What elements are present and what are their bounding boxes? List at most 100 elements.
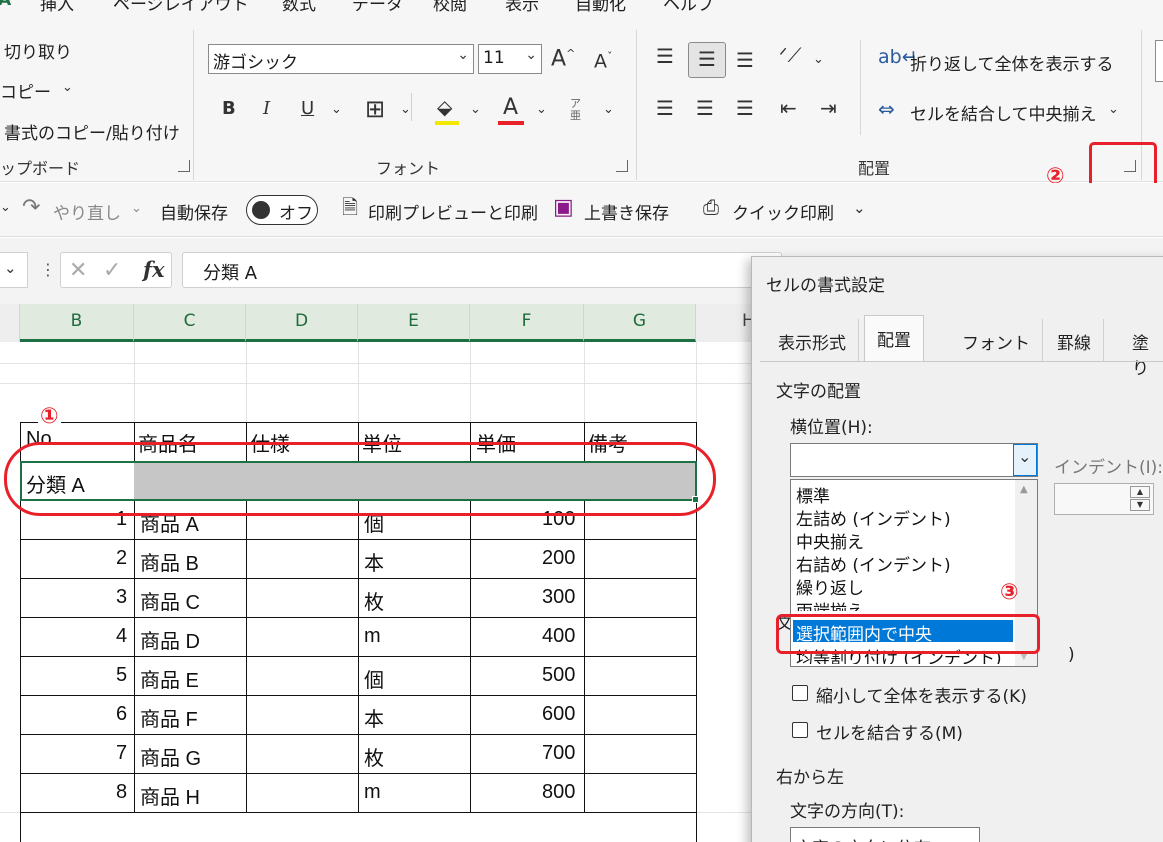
print-preview-icon[interactable]: 🗎 <box>342 197 358 217</box>
cell-price[interactable]: 400 <box>542 625 575 648</box>
column-header-f[interactable]: F <box>470 304 584 342</box>
chevron-down-icon[interactable]: ⌄ <box>1108 103 1119 116</box>
enter-icon[interactable]: ✓ <box>103 260 121 282</box>
merge-center-icon[interactable]: ⇔ <box>878 99 895 119</box>
tab-font[interactable]: フォント <box>950 319 1043 361</box>
chevron-down-icon[interactable]: ⌄ <box>400 103 411 116</box>
cell-unit[interactable]: 本 <box>364 703 384 732</box>
border-icon[interactable]: ⊞ <box>365 97 385 121</box>
list-item[interactable]: 両端揃え <box>796 597 864 611</box>
cell-unit[interactable]: 個 <box>364 664 384 693</box>
cancel-icon[interactable]: ✕ <box>69 260 87 282</box>
decrease-indent-icon[interactable]: ⇤ <box>780 98 797 118</box>
grow-font-icon[interactable]: A^ <box>551 48 575 70</box>
save-icon[interactable]: ▣ <box>553 197 574 219</box>
more-icon[interactable]: ⋮ <box>40 262 56 278</box>
quick-print-icon[interactable]: ⎙ <box>703 197 719 217</box>
chevron-down-icon[interactable]: ⌄ <box>131 202 142 215</box>
align-right-icon[interactable]: ☰ <box>736 98 754 118</box>
cell-unit[interactable]: 枚 <box>364 586 384 615</box>
cell-unit[interactable]: 枚 <box>364 742 384 771</box>
italic-icon[interactable]: I <box>263 100 270 118</box>
tab-formulas[interactable]: 数式 <box>282 0 316 15</box>
number-format-select[interactable] <box>1155 40 1163 82</box>
merge-center-button[interactable]: セルを結合して中央揃え <box>910 100 1097 125</box>
align-middle-button[interactable]: ☰ <box>688 42 726 78</box>
list-item[interactable]: 繰り返し <box>796 574 864 599</box>
cell-name[interactable]: 商品 C <box>140 586 200 615</box>
clipboard-launcher-icon[interactable] <box>178 160 190 172</box>
cell-no[interactable]: 7 <box>116 742 127 765</box>
chevron-down-icon[interactable]: ⌄ <box>62 81 73 94</box>
bold-icon[interactable]: B <box>222 100 236 118</box>
column-header-e[interactable]: E <box>358 304 470 342</box>
cell-unit[interactable]: 本 <box>364 547 384 576</box>
copy-button[interactable]: コピー <box>0 78 51 103</box>
cell-price[interactable]: 600 <box>542 703 575 726</box>
font-size-select[interactable]: 11 ⌄ <box>478 44 542 74</box>
formula-input[interactable]: 分類 A <box>182 252 782 288</box>
cell-no[interactable]: 2 <box>116 547 127 570</box>
increase-indent-icon[interactable]: ⇥ <box>820 98 837 118</box>
align-center-icon[interactable]: ☰ <box>696 98 714 118</box>
column-header-d[interactable]: D <box>246 304 358 342</box>
cell-price[interactable]: 500 <box>542 664 575 687</box>
tab-insert[interactable]: 挿入 <box>40 0 74 15</box>
cell-price[interactable]: 300 <box>542 586 575 609</box>
chevron-down-icon[interactable]: ⌄ <box>331 103 342 116</box>
text-direction-select[interactable]: 文字の方向に依存 <box>790 827 980 842</box>
underline-icon[interactable]: U <box>301 100 314 118</box>
font-color-icon[interactable]: A <box>503 97 518 119</box>
tab-review[interactable]: 校閲 <box>433 0 467 15</box>
align-left-icon[interactable]: ☰ <box>656 98 674 118</box>
cell-price[interactable]: 800 <box>542 781 575 804</box>
phonetic-icon[interactable]: ア亜 <box>570 97 581 122</box>
spin-down-icon[interactable]: ▼ <box>1130 499 1150 511</box>
tab-help[interactable]: ヘルプ <box>663 0 714 15</box>
quick-print-button[interactable]: クイック印刷 <box>732 199 834 224</box>
align-top-icon[interactable]: ☰ <box>656 46 674 66</box>
tab-view[interactable]: 表示 <box>505 0 539 15</box>
spin-up-icon[interactable]: ▲ <box>1130 486 1150 498</box>
horizontal-select[interactable]: ⌄ <box>790 443 1038 477</box>
cell-name[interactable]: 商品 G <box>140 742 201 771</box>
redo-button[interactable]: やり直し <box>53 199 121 224</box>
column-header-g[interactable]: G <box>584 304 696 342</box>
cell-no[interactable]: 4 <box>116 625 127 648</box>
chevron-down-icon[interactable]: ⌄ <box>0 201 11 214</box>
redo-icon[interactable]: ↷ <box>22 197 40 219</box>
tab-page-layout[interactable]: ページレイアウト <box>113 0 249 15</box>
cell-price[interactable]: 200 <box>542 547 575 570</box>
align-bottom-icon[interactable]: ☰ <box>736 50 754 70</box>
column-header-b[interactable]: B <box>20 304 134 342</box>
cell-price[interactable]: 700 <box>542 742 575 765</box>
cell-unit[interactable]: m <box>364 625 381 648</box>
cut-button[interactable]: 切り取り <box>4 38 72 63</box>
list-item[interactable]: 右詰め (インデント) <box>796 551 951 576</box>
save-button[interactable]: 上書き保存 <box>584 199 669 224</box>
cell-no[interactable]: 6 <box>116 703 127 726</box>
autosave-toggle[interactable]: オフ <box>246 195 318 225</box>
scroll-up-icon[interactable]: ▲ <box>1020 484 1028 495</box>
shrink-to-fit-checkbox[interactable] <box>792 685 808 701</box>
tab-fill[interactable]: 塗り <box>1120 319 1163 379</box>
font-name-select[interactable]: 游ゴシック ⌄ <box>208 44 474 74</box>
merge-cells-checkbox[interactable] <box>792 722 808 738</box>
print-preview-button[interactable]: 印刷プレビューと印刷 <box>368 199 538 224</box>
cell-unit[interactable]: m <box>364 781 381 804</box>
wrap-text-button[interactable]: 折り返して全体を表示する <box>910 50 1114 75</box>
tab-border[interactable]: 罫線 <box>1045 319 1104 361</box>
name-box[interactable]: ⌄ <box>0 252 28 288</box>
insert-function-icon[interactable]: fx <box>143 259 165 280</box>
fill-color-icon[interactable]: ⬙ <box>437 97 452 117</box>
chevron-down-icon[interactable]: ⌄ <box>470 103 481 116</box>
indent-spinner[interactable]: ▲ ▼ <box>1054 483 1154 515</box>
cell-no[interactable]: 5 <box>116 664 127 687</box>
list-item[interactable]: 標準 <box>796 482 830 507</box>
tab-data[interactable]: データ <box>352 0 403 15</box>
horizontal-dropdown-button[interactable]: ⌄ <box>1013 444 1037 476</box>
cell-no[interactable]: 3 <box>116 586 127 609</box>
tab-automate[interactable]: 自動化 <box>575 0 626 15</box>
cell-no[interactable]: 8 <box>116 781 127 804</box>
cell-name[interactable]: 商品 E <box>140 664 199 693</box>
